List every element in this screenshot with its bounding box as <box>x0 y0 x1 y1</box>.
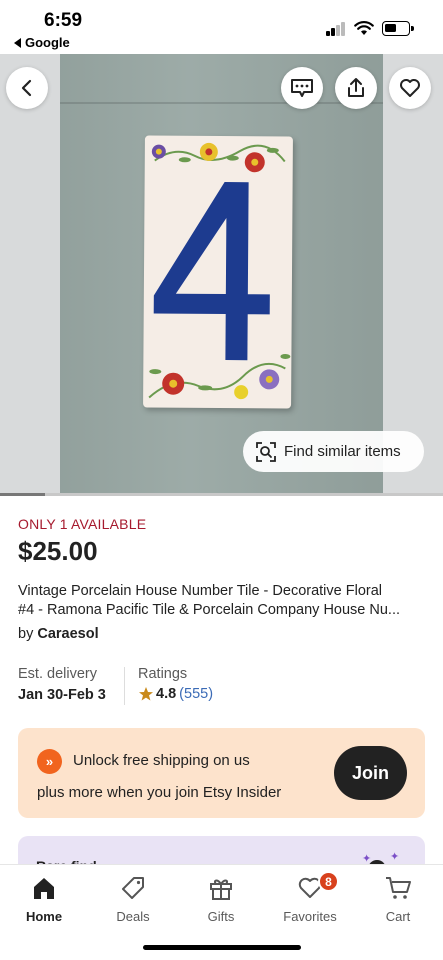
insider-line2: plus more when you join Etsy Insider <box>37 784 282 801</box>
back-arrow-icon <box>21 79 32 97</box>
product-image-gallery[interactable]: Find similar items <box>0 54 443 496</box>
stock-status: ONLY 1 AVAILABLE <box>18 516 147 532</box>
home-indicator[interactable] <box>143 945 301 950</box>
share-icon <box>348 78 364 97</box>
insider-banner[interactable]: » Unlock free shipping on us plus more w… <box>18 728 425 818</box>
back-app-label: Google <box>25 35 70 50</box>
tab-home-label: Home <box>25 909 63 924</box>
back-button[interactable] <box>6 67 48 109</box>
message-icon <box>291 79 313 97</box>
star-icon <box>139 687 153 701</box>
number-tile <box>143 135 293 409</box>
tab-favorites-label: Favorites <box>283 909 337 924</box>
gallery-progress <box>0 493 443 496</box>
join-button[interactable]: Join <box>334 746 407 800</box>
home-icon <box>29 873 59 903</box>
message-seller-button[interactable] <box>281 67 323 109</box>
rating-count-link[interactable]: (555) <box>179 686 213 702</box>
status-time: 6:59 <box>44 10 83 31</box>
gift-icon <box>206 873 236 903</box>
wifi-icon <box>354 21 374 35</box>
visual-search-icon <box>256 441 276 462</box>
back-to-app-link[interactable]: Google <box>14 35 70 50</box>
product-title-line1: Vintage Porcelain House Number Tile - De… <box>18 583 383 599</box>
tab-deals[interactable]: Deals <box>89 873 177 924</box>
cart-icon <box>383 873 413 903</box>
tab-cart-label: Cart <box>385 909 411 924</box>
product-title-line2: #4 - Ramona Pacific Tile & Porcelain Com… <box>18 602 401 618</box>
back-triangle-icon <box>14 38 21 48</box>
tab-favorites[interactable]: 8 Favorites <box>266 871 354 924</box>
tab-deals-label: Deals <box>116 909 150 924</box>
tag-icon <box>118 873 148 903</box>
details-divider <box>124 667 125 705</box>
battery-icon <box>382 21 414 36</box>
delivery-value: Jan 30-Feb 3 <box>18 687 106 703</box>
heart-icon <box>400 79 420 97</box>
status-bar: 6:59 Google <box>0 0 443 54</box>
find-similar-button[interactable]: Find similar items <box>243 431 424 472</box>
floral-tile-illustration <box>148 142 291 400</box>
product-photo <box>60 54 383 496</box>
seller-line: by Caraesol <box>18 626 99 642</box>
product-title[interactable]: Vintage Porcelain House Number Tile - De… <box>18 582 428 620</box>
delivery-label: Est. delivery <box>18 666 97 682</box>
favorite-button[interactable] <box>389 67 431 109</box>
cellular-signal-icon <box>326 22 346 36</box>
tab-gifts[interactable]: Gifts <box>177 873 265 924</box>
ratings-summary[interactable]: 4.8 (555) <box>138 686 213 702</box>
find-similar-label: Find similar items <box>284 443 401 460</box>
favorites-count-badge: 8 <box>318 871 339 892</box>
insider-line1: Unlock free shipping on us <box>73 752 250 769</box>
seller-name-link[interactable]: Caraesol <box>37 626 98 642</box>
double-chevron-icon: » <box>37 749 62 774</box>
tab-gifts-label: Gifts <box>207 909 235 924</box>
rating-value: 4.8 <box>156 686 177 702</box>
ratings-label: Ratings <box>138 666 188 682</box>
product-price: $25.00 <box>18 536 98 566</box>
share-button[interactable] <box>335 67 377 109</box>
tab-cart[interactable]: Cart <box>354 873 442 924</box>
seller-prefix: by <box>18 626 34 642</box>
sparkle-icon: ✦ <box>390 851 400 863</box>
tab-home[interactable]: Home <box>0 873 88 924</box>
